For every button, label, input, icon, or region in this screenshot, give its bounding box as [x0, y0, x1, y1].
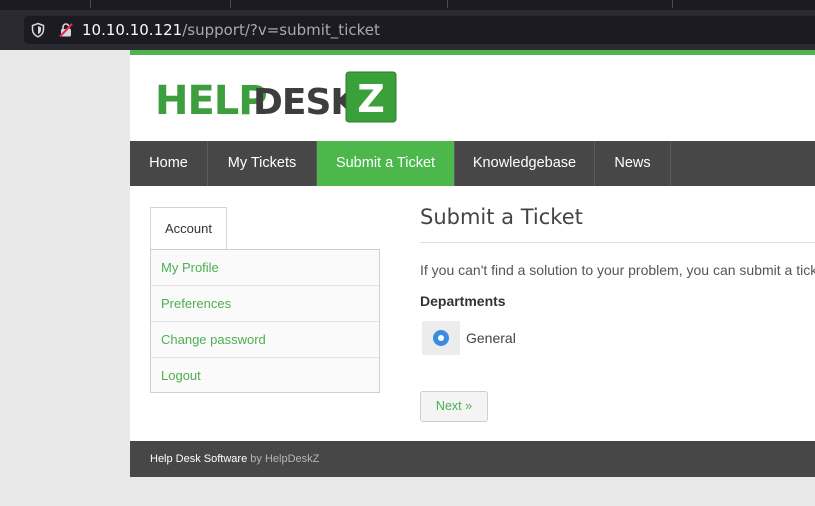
nav-my-tickets[interactable]: My Tickets: [208, 141, 317, 186]
sidebar-item-change-password[interactable]: Change password: [151, 322, 379, 358]
url-path: /support/?v=submit_ticket: [182, 21, 380, 39]
top-accent-bar: [130, 50, 815, 55]
footer-by-text: by HelpDeskZ: [250, 453, 320, 465]
next-button[interactable]: Next »: [420, 391, 488, 422]
url-bar[interactable]: 10.10.10.121/support/?v=submit_ticket: [24, 16, 815, 44]
intro-text: If you can't find a solution to your pro…: [420, 262, 815, 278]
insecure-lock-icon[interactable]: [58, 22, 74, 38]
sidebar-item-my-profile[interactable]: My Profile: [151, 250, 379, 286]
nav-knowledgebase[interactable]: Knowledgebase: [455, 141, 595, 186]
footer-software-link[interactable]: Help Desk Software: [150, 453, 247, 465]
helpdeskz-logo[interactable]: HELP DESK Z: [155, 70, 425, 126]
nav-home[interactable]: Home: [130, 141, 208, 186]
account-menu: My Profile Preferences Change password L…: [150, 249, 380, 393]
nav-submit-ticket[interactable]: Submit a Ticket: [317, 141, 455, 186]
department-radio-general[interactable]: [433, 330, 449, 346]
url-host: 10.10.10.121: [82, 21, 183, 39]
footer: Help Desk Software by HelpDeskZ: [130, 441, 815, 477]
page-container: HELP DESK Z Home My Tickets Submit a Tic…: [130, 50, 815, 477]
shield-icon[interactable]: [30, 22, 46, 38]
tab-separator: [230, 0, 231, 8]
browser-navbar: 10.10.10.121/support/?v=submit_ticket: [0, 10, 815, 50]
nav-news[interactable]: News: [595, 141, 671, 186]
logo-text-z: Z: [357, 77, 385, 121]
sidebar-item-logout[interactable]: Logout: [151, 358, 379, 394]
tab-separator: [90, 0, 91, 8]
title-divider: [420, 242, 815, 243]
logo-text-help: HELP: [155, 78, 267, 124]
tab-separator: [672, 0, 673, 8]
page-title: Submit a Ticket: [420, 205, 583, 229]
departments-label: Departments: [420, 293, 506, 309]
department-radio-wrapper[interactable]: [422, 321, 460, 355]
tab-account[interactable]: Account: [150, 207, 227, 249]
department-label-general[interactable]: General: [466, 330, 516, 346]
sidebar-item-preferences[interactable]: Preferences: [151, 286, 379, 322]
logo-text-desk: DESK: [253, 82, 359, 123]
main-nav: Home My Tickets Submit a Ticket Knowledg…: [130, 141, 815, 186]
tab-separator: [447, 0, 448, 8]
browser-tab-strip: [0, 0, 815, 10]
url-text[interactable]: 10.10.10.121/support/?v=submit_ticket: [82, 20, 380, 40]
